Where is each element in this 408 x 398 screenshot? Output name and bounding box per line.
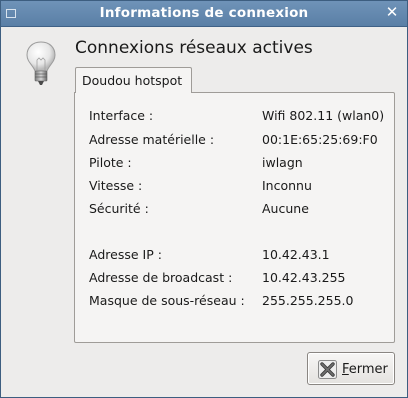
value-security: Aucune	[262, 201, 309, 216]
close-icon[interactable]: ✕	[385, 4, 399, 20]
light-bulb-icon	[26, 41, 56, 85]
label-interface: Interface :	[89, 108, 154, 123]
close-button-label: Fermer	[342, 362, 388, 377]
value-broadcast-address: 10.42.43.255	[262, 270, 346, 285]
window-title: Informations de connexion	[99, 5, 309, 21]
connection-info-dialog: Informations de connexion ✕ Connexions r…	[0, 0, 408, 398]
close-button-label-rest: ermer	[348, 362, 388, 377]
label-broadcast-address: Adresse de broadcast :	[89, 270, 233, 285]
tab-doudou-hotspot[interactable]: Doudou hotspot	[75, 67, 192, 93]
label-hardware-address: Adresse matérielle :	[89, 132, 215, 147]
value-ip-address: 10.42.43.1	[262, 247, 330, 262]
label-subnet-mask: Masque de sous-réseau :	[89, 293, 245, 308]
value-interface: Wifi 802.11 (wlan0)	[262, 108, 385, 123]
title-bar[interactable]: Informations de connexion ✕	[1, 1, 407, 27]
value-speed: Inconnu	[262, 178, 312, 193]
label-security: Sécurité :	[89, 201, 149, 216]
value-hardware-address: 00:1E:65:25:69:F0	[262, 132, 378, 147]
page-title: Connexions réseaux actives	[75, 38, 313, 58]
close-x-icon	[318, 360, 337, 379]
label-driver: Pilote :	[89, 155, 132, 170]
close-button-mnemonic: F	[342, 362, 349, 377]
label-speed: Vitesse :	[89, 178, 143, 193]
value-driver: iwlagn	[262, 155, 303, 170]
label-ip-address: Adresse IP :	[89, 247, 162, 262]
value-subnet-mask: 255.255.255.0	[262, 293, 354, 308]
close-button[interactable]: Fermer	[307, 352, 395, 385]
